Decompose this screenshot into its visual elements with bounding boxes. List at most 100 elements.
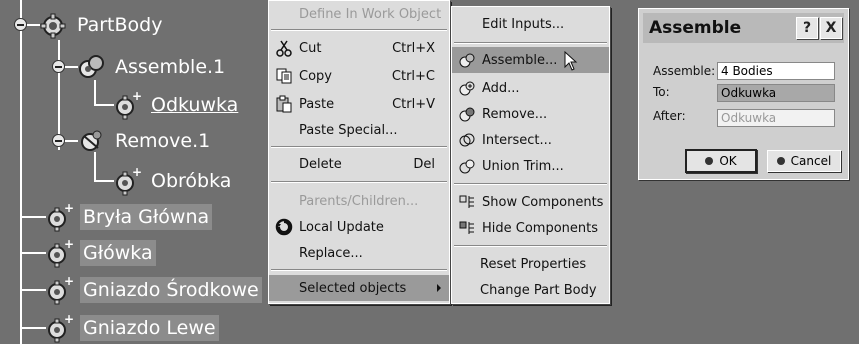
submenu-item-change-part-body[interactable]: Change Part Body [452,277,609,303]
svg-text:+: + [64,313,74,326]
copy-icon [275,67,293,85]
assemble-icon [458,51,476,69]
tree-label: Odkuwka [151,94,239,116]
menu-separator [454,245,607,247]
tree-connector [20,252,46,254]
mouse-cursor-icon [564,50,578,75]
tree-connector [94,180,114,182]
remove-icon [76,126,106,156]
svg-text:+: + [132,90,142,103]
svg-text:+: + [64,238,74,251]
submenu-arrow-icon [437,284,441,292]
body-gear-icon [38,10,68,40]
tree-node-bryla-glowna[interactable]: + Bryła Główna [44,202,213,232]
body-gear-icon: + [112,90,142,120]
body-gear-icon: + [44,275,74,305]
tree-connector [20,289,46,291]
assemble-label: Assemble: [653,64,716,78]
tree-label: PartBody [77,14,163,36]
selected-objects-submenu: Edit Inputs... Assemble... Add... Remove… [451,6,610,304]
menu-separator [271,29,447,31]
svg-text:+: + [64,275,74,288]
context-menu: Define In Work Object Cut Ctrl+X Copy Ct… [268,0,450,304]
menu-item-delete[interactable]: Delete Del [269,151,449,177]
assemble-icon [76,52,106,82]
help-button[interactable]: ? [796,17,818,39]
submenu-item-reset-properties[interactable]: Reset Properties [452,251,609,277]
collapse-toggle[interactable] [52,60,65,73]
scissors-icon [275,39,293,57]
menu-separator [271,146,447,148]
tree-connector [20,216,46,218]
show-components-icon [458,193,476,211]
dialog-title: Assemble [649,18,742,38]
menu-item-parents-children: Parents/Children... [299,193,419,209]
tree-label: Gniazdo Lewe [80,315,219,341]
menu-item-replace[interactable]: Replace... [269,240,449,266]
tree-node-partbody[interactable]: PartBody [38,10,165,40]
ok-button[interactable]: OK [685,149,757,173]
tree-node-glowka[interactable]: + Główka [44,238,156,268]
menu-separator [271,181,447,183]
submenu-item-edit-inputs[interactable]: Edit Inputs... [452,11,609,37]
tree-node-gniazdo-lewe[interactable]: + Gniazdo Lewe [44,313,219,343]
menu-item-cut[interactable]: Cut Ctrl+X [269,35,449,61]
close-button[interactable]: X [820,17,842,39]
menu-separator [454,183,607,185]
tree-label: Gniazdo Środkowe [80,277,262,303]
body-gear-icon: + [44,202,74,232]
tree-label: Obróbka [151,170,232,192]
tree-node-assemble[interactable]: Assemble.1 [76,52,228,82]
tree-connector [20,0,22,344]
svg-text:+: + [64,202,74,215]
tree-node-odkuwka[interactable]: + Odkuwka [112,90,241,120]
submenu-item-show-components[interactable]: Show Components [452,189,609,215]
submenu-item-hide-components[interactable]: Hide Components [452,215,609,241]
submenu-item-intersect[interactable]: Intersect... [452,127,609,153]
tree-connector [94,80,96,104]
menu-item-define-in-work-object: Define In Work Object [299,6,442,22]
ok-icon [705,157,714,165]
dialog-title-bar[interactable]: Assemble ? X [643,13,844,43]
menu-separator [271,269,447,271]
paste-icon [275,95,293,113]
union-trim-icon [458,157,476,175]
cancel-icon [776,157,785,165]
remove-icon [458,105,476,123]
submenu-item-assemble[interactable]: Assemble... [452,47,609,73]
after-field[interactable]: Odkuwka [717,109,835,127]
menu-item-copy[interactable]: Copy Ctrl+C [269,63,449,89]
after-label: After: [653,109,686,123]
svg-text:+: + [132,166,142,179]
menu-item-paste-special[interactable]: Paste Special... [269,117,449,143]
cancel-button[interactable]: Cancel [767,150,841,172]
body-gear-icon: + [112,166,142,196]
tree-node-obrobka[interactable]: + Obróbka [112,166,234,196]
tree-node-gniazdo-srodkowe[interactable]: + Gniazdo Środkowe [44,275,262,305]
intersect-icon [458,131,476,149]
body-gear-icon: + [44,313,74,343]
add-icon [458,79,476,97]
assemble-dialog: Assemble ? X Assemble: 4 Bodies To: Odku… [638,8,849,180]
tree-connector [20,327,46,329]
to-field[interactable]: Odkuwka [717,84,835,102]
tree-label: Remove.1 [115,130,211,152]
tree-label: Główka [80,240,156,266]
tree-label: Bryła Główna [80,204,213,230]
menu-item-selected-objects[interactable]: Selected objects [269,275,449,301]
body-gear-icon: + [44,238,74,268]
collapse-toggle[interactable] [14,18,27,31]
tree-connector [94,104,114,106]
hide-components-icon [458,219,476,237]
submenu-item-add[interactable]: Add... [452,75,609,101]
submenu-item-remove[interactable]: Remove... [452,101,609,127]
tree-connector [94,152,96,180]
menu-item-paste[interactable]: Paste Ctrl+V [269,91,449,117]
submenu-item-union-trim[interactable]: Union Trim... [452,153,609,179]
menu-item-local-update[interactable]: Local Update [269,214,449,240]
collapse-toggle[interactable] [52,134,65,147]
to-label: To: [653,85,670,99]
assemble-field[interactable]: 4 Bodies [717,62,835,80]
update-icon [275,218,293,236]
tree-node-remove[interactable]: Remove.1 [76,126,213,156]
